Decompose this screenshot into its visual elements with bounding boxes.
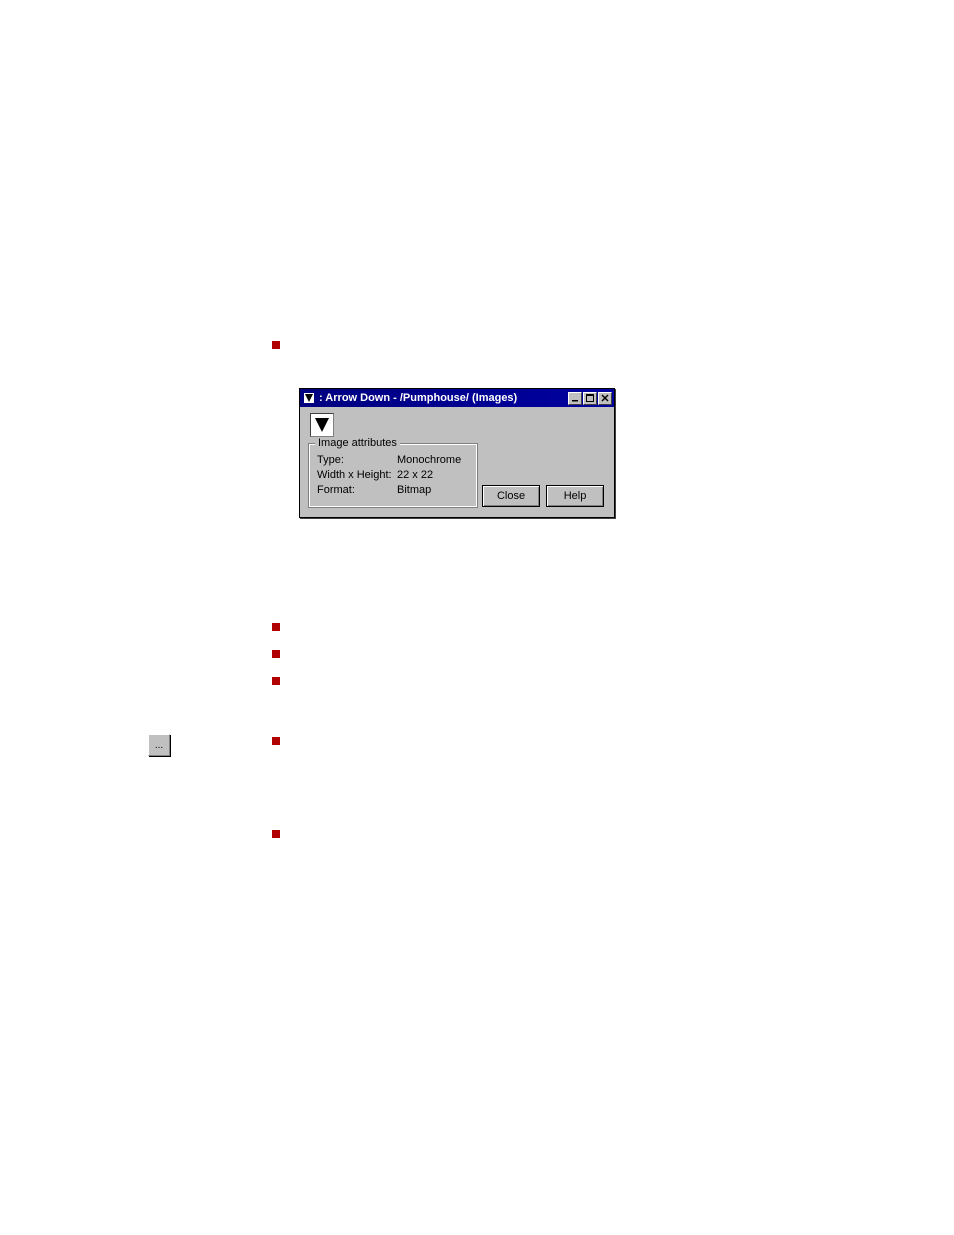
bullet-icon — [272, 623, 280, 631]
bullet-icon — [272, 677, 280, 685]
close-button[interactable] — [598, 392, 612, 405]
groupbox-legend: Image attributes — [315, 437, 400, 449]
bullet-icon — [272, 830, 280, 838]
bullet-icon — [272, 737, 280, 745]
attr-value: Bitmap — [397, 484, 469, 496]
attr-value: 22 x 22 — [397, 469, 469, 481]
attr-label: Width x Height: — [317, 469, 397, 481]
dialog-body: Image attributes Type: Monochrome Width … — [300, 407, 614, 517]
attr-label: Format: — [317, 484, 397, 496]
image-attributes-dialog: : Arrow Down - /Pumphouse/ (Images) Imag… — [299, 388, 615, 518]
ellipsis-button: ... — [148, 734, 170, 756]
image-attributes-group: Image attributes Type: Monochrome Width … — [308, 443, 478, 508]
minimize-button[interactable] — [568, 392, 582, 405]
attr-value: Monochrome — [397, 454, 469, 466]
attr-row-dimensions: Width x Height: 22 x 22 — [317, 469, 469, 481]
dialog-button-row: Close Help — [482, 485, 604, 507]
help-button[interactable]: Help — [546, 485, 604, 507]
attr-row-format: Format: Bitmap — [317, 484, 469, 496]
bullet-icon — [272, 650, 280, 658]
bullet-icon — [272, 341, 280, 349]
titlebar-title: : Arrow Down - /Pumphouse/ (Images) — [319, 392, 568, 404]
image-preview — [310, 413, 334, 437]
titlebar-app-icon — [302, 391, 316, 405]
attr-label: Type: — [317, 454, 397, 466]
titlebar[interactable]: : Arrow Down - /Pumphouse/ (Images) — [300, 389, 614, 407]
maximize-button[interactable] — [583, 392, 597, 405]
attr-row-type: Type: Monochrome — [317, 454, 469, 466]
close-dialog-button[interactable]: Close — [482, 485, 540, 507]
